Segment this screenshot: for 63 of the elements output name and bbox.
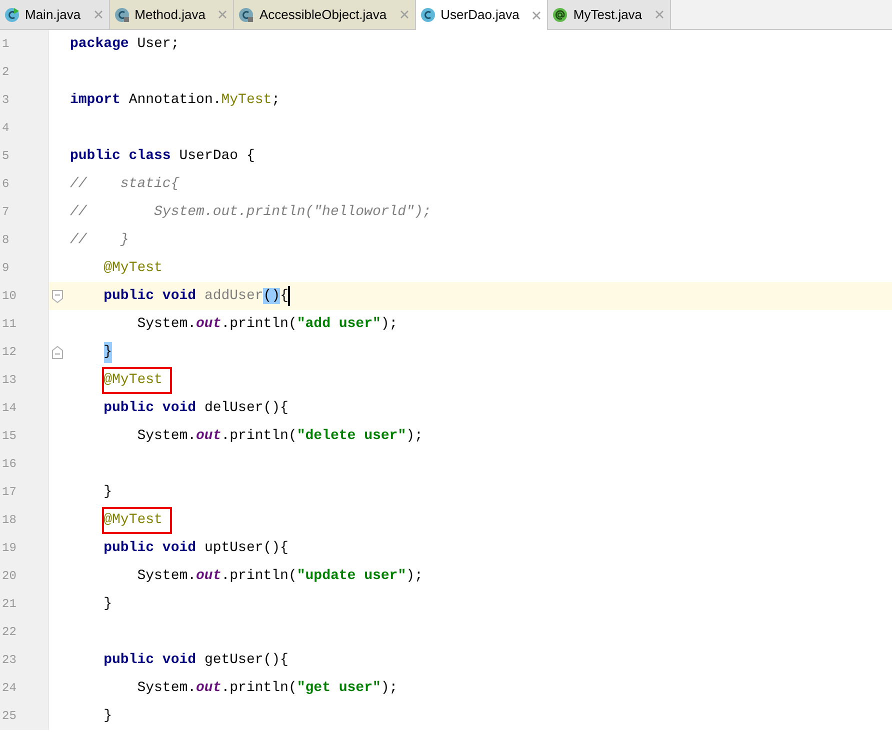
line-number: 23 — [2, 652, 16, 669]
file-tab[interactable]: Main.java — [0, 0, 110, 29]
fold-icon[interactable] — [52, 290, 63, 302]
close-icon[interactable] — [532, 10, 542, 20]
line-number: 25 — [2, 708, 16, 725]
line-number: 16 — [2, 456, 16, 473]
line-number: 7 — [2, 204, 10, 221]
line-number: 10 — [2, 288, 16, 305]
code-line: public void delUser(){ — [102, 398, 288, 418]
line-number: 18 — [2, 512, 16, 529]
line-number: 12 — [2, 344, 16, 361]
line-number: 20 — [2, 568, 16, 585]
code-line: } — [102, 706, 112, 726]
line-number: 24 — [2, 680, 16, 697]
line-number: 1 — [2, 36, 10, 53]
fold-icon[interactable] — [52, 346, 63, 358]
file-tab[interactable]: Method.java — [110, 0, 234, 29]
line-number: 22 — [2, 624, 16, 641]
file-tab[interactable]: MyTest.java — [548, 0, 672, 29]
line-number: 19 — [2, 540, 16, 557]
code-line: public class UserDao { — [70, 146, 255, 166]
line-number: 13 — [2, 372, 16, 389]
code-line: // static{ — [70, 174, 180, 194]
code-line: // } — [70, 230, 129, 250]
close-icon[interactable] — [655, 10, 664, 19]
line-number: 21 — [2, 596, 16, 613]
line-number: 14 — [2, 400, 16, 417]
locked-class-icon — [238, 6, 254, 22]
code-line: } — [102, 594, 112, 614]
annotation-icon — [552, 6, 568, 22]
class-run-icon — [4, 6, 20, 22]
highlighted-annotation: @MyTest — [102, 366, 172, 394]
close-icon[interactable] — [94, 10, 103, 19]
code-line: // System.out.println("helloworld"); — [70, 202, 432, 222]
code-line: } — [102, 482, 112, 502]
code-line: System.out.println("delete user"); — [136, 426, 423, 446]
code-line: import Annotation.MyTest; — [70, 90, 280, 110]
line-number: 11 — [2, 316, 16, 333]
code-line: System.out.println("update user"); — [136, 566, 423, 586]
code-line: System.out.println("get user"); — [136, 678, 398, 698]
line-number: 6 — [2, 176, 10, 193]
close-icon[interactable] — [218, 10, 228, 19]
locked-class-icon — [114, 6, 130, 22]
highlighted-annotation: @MyTest — [102, 506, 172, 534]
line-number: 3 — [2, 92, 10, 109]
code-line: @MyTest — [102, 258, 162, 278]
code-line: public void getUser(){ — [102, 650, 288, 670]
file-tab[interactable]: UserDao.java — [416, 0, 548, 30]
close-icon[interactable] — [400, 10, 409, 19]
code-line: System.out.println("add user"); — [136, 314, 398, 334]
line-number: 15 — [2, 428, 16, 445]
line-number: 17 — [2, 484, 16, 501]
code-line: public void addUser(){ — [102, 286, 288, 306]
line-number: 8 — [2, 232, 10, 249]
line-number: 9 — [2, 260, 10, 277]
line-number: 4 — [2, 120, 10, 137]
code-line: } — [70, 342, 112, 362]
line-number: 2 — [2, 64, 10, 81]
code-line: package User; — [70, 34, 180, 54]
line-number: 5 — [2, 148, 10, 165]
code-line: public void uptUser(){ — [102, 538, 288, 558]
file-tab[interactable]: AccessibleObject.java — [234, 0, 416, 29]
class-icon — [420, 7, 436, 23]
